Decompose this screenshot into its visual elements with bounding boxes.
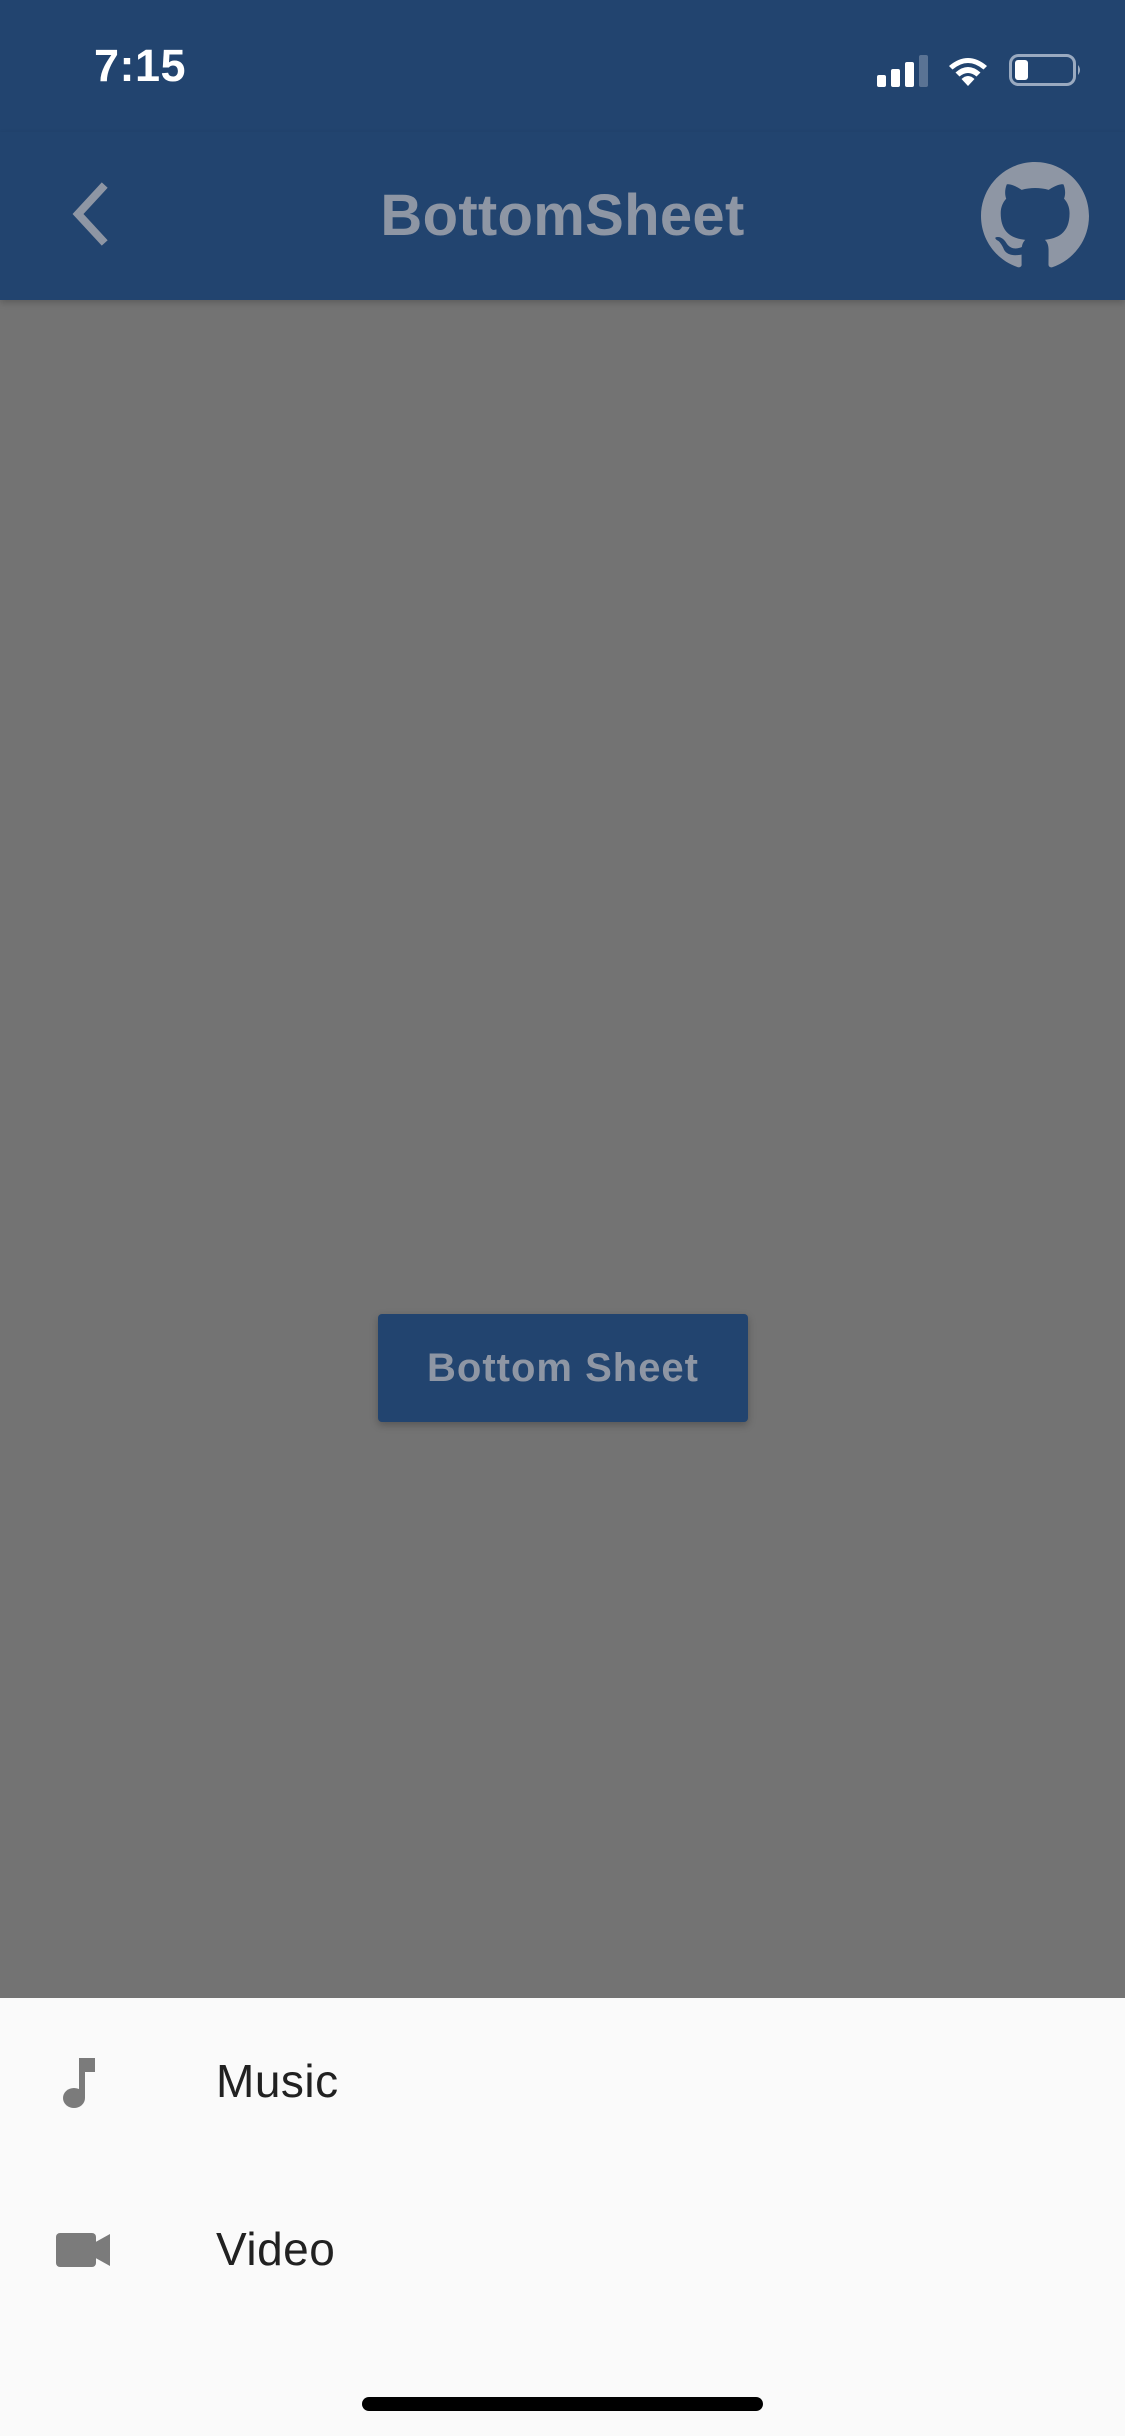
- github-button[interactable]: [981, 162, 1089, 270]
- status-bar: 7:15: [0, 0, 1125, 132]
- list-item-label: Video: [216, 2223, 336, 2275]
- github-icon: [981, 162, 1089, 274]
- list-item-video[interactable]: Video: [0, 2166, 1125, 2334]
- wifi-icon: [945, 53, 991, 87]
- videocam-icon: [52, 2220, 112, 2280]
- list-item-label: Music: [216, 2055, 339, 2107]
- bottom-sheet-button[interactable]: Bottom Sheet: [378, 1314, 748, 1422]
- page-title: BottomSheet: [380, 183, 745, 248]
- cellular-signal-icon: [877, 53, 929, 87]
- status-time: 7:15: [94, 40, 187, 91]
- music-note-icon: [52, 2052, 112, 2112]
- bottom-sheet: Music Video: [0, 1998, 1125, 2436]
- status-icons: [877, 50, 1083, 90]
- battery-icon: [1009, 53, 1083, 87]
- home-indicator[interactable]: [362, 2397, 763, 2411]
- app-bar: BottomSheet: [0, 132, 1125, 300]
- list-item-music[interactable]: Music: [0, 1998, 1125, 2166]
